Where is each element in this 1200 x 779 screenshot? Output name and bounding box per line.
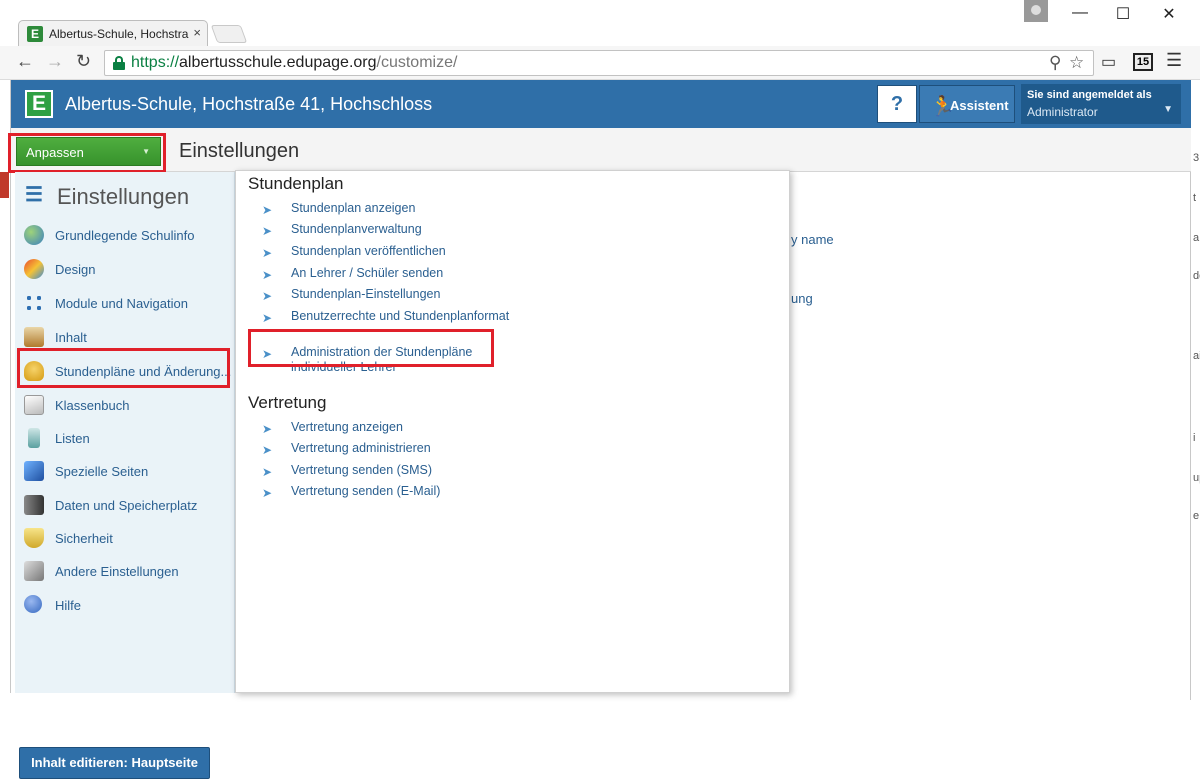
sidebar-item-classbook[interactable]: Klassenbuch — [15, 391, 234, 421]
tools-icon — [24, 561, 44, 581]
sidebar-item-design[interactable]: Design — [15, 255, 234, 285]
arrow-right-icon: ➤ — [262, 246, 273, 260]
menu-item-send-substitution-sms[interactable]: ➤ Vertretung senden (SMS) — [262, 463, 562, 479]
zoom-icon[interactable]: ⚲ — [1049, 53, 1061, 73]
help-button[interactable]: ? — [877, 85, 917, 123]
sidebar-item-lists[interactable]: Listen — [15, 424, 234, 454]
sidebar-item-security[interactable]: Sicherheit — [15, 524, 234, 554]
arrow-right-icon: ➤ — [262, 486, 273, 500]
url-input[interactable]: https://albertusschule.edupage.org/custo… — [104, 50, 1094, 76]
timetable-submenu: Stundenplan ➤ Stundenplan anzeigen ➤ Stund… — [235, 170, 790, 693]
arrow-right-icon: ➤ — [262, 203, 273, 217]
arrow-right-icon: ➤ — [262, 268, 273, 282]
url-text: https://albertusschule.edupage.org/custo… — [131, 54, 458, 71]
highlight-box — [248, 329, 494, 367]
chevron-down-icon: ▼ — [1163, 104, 1173, 115]
sub-toolbar: Anpassen ▼ Einstellungen — [11, 128, 1191, 172]
bookmark-star-icon[interactable]: ☆ — [1069, 53, 1084, 73]
close-tab-icon[interactable]: × — [193, 25, 201, 40]
menu-item-show-substitution[interactable]: ➤ Vertretung anzeigen — [262, 420, 562, 436]
menu-item-publish-timetable[interactable]: ➤ Stundenplan veröffentlichen — [262, 244, 562, 260]
background-window-left — [0, 80, 10, 700]
cast-icon[interactable]: ▭ — [1101, 52, 1116, 72]
browser-tab[interactable]: E Albertus-Schule, Hochstra × — [18, 20, 208, 46]
arrow-right-icon: ➤ — [262, 465, 273, 479]
sidebar-item-modules[interactable]: Module und Navigation — [15, 289, 234, 319]
login-user: Administrator — [1027, 105, 1098, 119]
forward-icon[interactable]: → — [46, 51, 64, 72]
help-icon — [24, 595, 42, 613]
lock-icon — [113, 56, 125, 70]
page-title: Einstellungen — [179, 140, 300, 162]
site-title[interactable]: Albertus-Schule, Hochstraße 41, Hochschl… — [65, 94, 432, 115]
section-heading-stundenplan: Stundenplan — [248, 174, 344, 193]
background-text: ung — [791, 291, 813, 306]
highlight-box — [8, 133, 166, 173]
edupage-logo-icon[interactable]: E — [25, 90, 53, 118]
assistant-label: Assistent — [950, 98, 1009, 113]
book-icon — [24, 395, 44, 415]
login-dropdown[interactable]: Sie sind angemeldet als Administrator ▼ — [1021, 84, 1181, 124]
easel-icon — [24, 327, 44, 347]
network-icon — [24, 293, 44, 313]
reload-icon[interactable]: ↻ — [76, 51, 91, 72]
site-header: E Albertus-Schule, Hochstraße 41, Hochsc… — [11, 80, 1191, 128]
background-window-right: 3 t a de ai i up e — [1190, 80, 1200, 700]
extension-badge-icon[interactable]: 15 — [1133, 53, 1153, 71]
sidebar-heading: Einstellungen — [57, 184, 190, 209]
settings-sidebar: ☰ Einstellungen Grundlegende Schulinfo D… — [15, 172, 235, 779]
shield-icon — [24, 528, 44, 548]
edupage-page: E Albertus-Schule, Hochstraße 41, Hochsc… — [8, 80, 1191, 779]
menu-item-timetable-management[interactable]: ➤ Stundenplanverwaltung — [262, 222, 562, 238]
sidebar-item-special-pages[interactable]: Spezielle Seiten — [15, 457, 234, 487]
assistant-button[interactable]: 🏃 Assistent — [919, 85, 1015, 123]
arrow-right-icon: ➤ — [262, 289, 273, 303]
section-heading-vertretung: Vertretung — [248, 393, 327, 412]
maximize-icon[interactable]: ☐ — [1108, 4, 1138, 24]
arrow-right-icon: ➤ — [262, 422, 273, 436]
close-window-icon[interactable]: ✕ — [1154, 4, 1184, 24]
menu-item-send-substitution-email[interactable]: ➤ Vertretung senden (E-Mail) — [262, 484, 562, 500]
palette-icon — [24, 259, 44, 279]
tab-title: Albertus-Schule, Hochstra — [49, 27, 189, 41]
browser-tabstrip: E Albertus-Schule, Hochstra × — ☐ ✕ — [0, 0, 1200, 46]
profile-icon[interactable] — [1024, 0, 1048, 22]
menu-item-send-to-teachers[interactable]: ➤ An Lehrer / Schüler senden — [262, 266, 562, 282]
arrow-right-icon: ➤ — [262, 224, 273, 238]
arrow-right-icon: ➤ — [262, 443, 273, 457]
edupage-favicon-icon: E — [27, 26, 43, 42]
sidebar-item-help[interactable]: Hilfe — [15, 591, 234, 621]
list-icon — [28, 428, 40, 448]
address-toolbar: ← → ↻ https://albertusschule.edupage.org… — [0, 46, 1200, 80]
globe-icon — [24, 225, 44, 245]
menu-item-show-timetable[interactable]: ➤ Stundenplan anzeigen — [262, 201, 562, 217]
edit-content-button[interactable]: Inhalt editieren: Hauptseite — [19, 747, 210, 779]
sidebar-item-data-storage[interactable]: Daten und Speicherplatz — [15, 491, 234, 521]
login-label: Sie sind angemeldet als — [1027, 89, 1152, 101]
menu-item-timetable-settings[interactable]: ➤ Stundenplan-Einstellungen — [262, 287, 562, 303]
highlight-box — [17, 348, 230, 388]
menu-item-admin-substitution[interactable]: ➤ Vertretung administrieren — [262, 441, 562, 457]
minimize-icon[interactable]: — — [1065, 4, 1095, 22]
sliders-icon: ☰ — [25, 184, 43, 206]
sidebar-item-school-info[interactable]: Grundlegende Schulinfo — [15, 221, 234, 251]
new-tab-button[interactable] — [210, 25, 248, 43]
sidebar-item-other-settings[interactable]: Andere Einstellungen — [15, 557, 234, 587]
menu-icon[interactable]: ☰ — [1166, 50, 1182, 71]
server-icon — [24, 495, 44, 515]
back-icon[interactable]: ← — [16, 51, 34, 72]
arrow-right-icon: ➤ — [262, 311, 273, 325]
background-text: y name — [791, 232, 834, 247]
cube-icon — [24, 461, 44, 481]
